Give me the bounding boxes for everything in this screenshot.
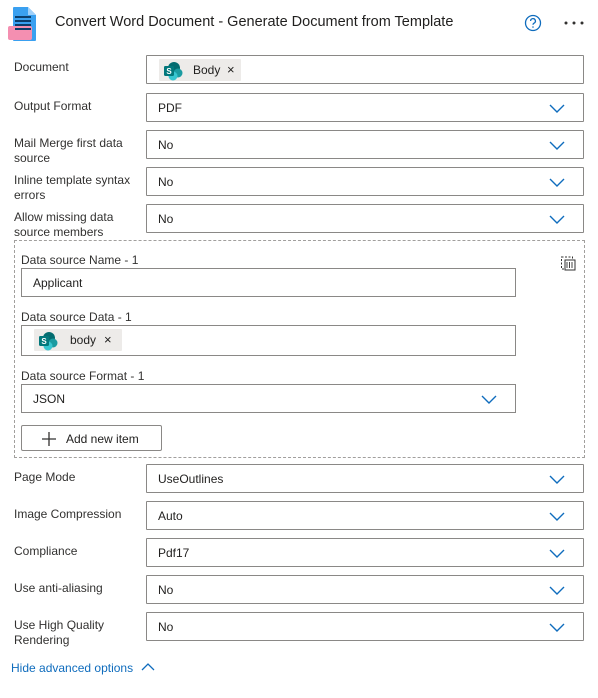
inline-template-dropdown[interactable]: No [146,167,584,196]
page-mode-label: Page Mode [14,470,76,484]
image-compression-label: Image Compression [14,507,122,521]
inline-template-value: No [158,175,174,189]
chevron-down-icon [549,549,565,558]
chevron-up-icon[interactable] [141,662,155,672]
page-mode-dropdown[interactable]: UseOutlines [146,464,584,493]
output-format-label: Output Format [14,99,92,113]
anti-aliasing-dropdown[interactable]: No [146,575,584,604]
plus-icon [42,432,56,446]
chevron-down-icon [549,512,565,521]
chevron-down-icon [549,141,565,150]
mail-merge-dropdown[interactable]: No [146,130,584,159]
anti-aliasing-value: No [158,583,174,597]
help-circle-icon[interactable] [524,14,542,32]
image-compression-dropdown[interactable]: Auto [146,501,584,530]
chevron-down-icon [549,586,565,595]
data-source-name-label: Data source Name - 1 [21,253,139,267]
allow-missing-dropdown[interactable]: No [146,204,584,233]
document-token[interactable]: S Body × [159,59,241,81]
add-new-item-label: Add new item [66,432,139,446]
add-new-item-button[interactable]: Add new item [21,425,162,451]
mail-merge-label: Mail Merge first data source [14,136,123,165]
document-field[interactable]: S Body × [146,55,584,84]
chevron-down-icon [549,104,565,113]
more-horizontal-icon[interactable] [560,12,588,34]
data-source-format-label: Data source Format - 1 [21,369,145,383]
sharepoint-icon: S [164,62,183,81]
compliance-dropdown[interactable]: Pdf17 [146,538,584,567]
anti-aliasing-label: Use anti-aliasing [14,581,103,595]
svg-text:S: S [166,67,172,76]
svg-text:S: S [41,337,47,346]
mail-merge-value: No [158,138,174,152]
action-header: Convert Word Document - Generate Documen… [0,0,598,48]
high-quality-label: Use High Quality Rendering [14,618,105,647]
data-source-format-value: JSON [33,392,66,406]
chevron-down-icon [549,475,565,484]
allow-missing-label: Allow missing data source members [14,210,114,239]
high-quality-dropdown[interactable]: No [146,612,584,641]
output-format-dropdown[interactable]: PDF [146,93,584,122]
hide-advanced-options-link[interactable]: Hide advanced options [11,661,133,675]
output-format-value: PDF [158,101,182,115]
data-source-data-field[interactable]: S body × [21,325,516,356]
inline-template-label: Inline template syntax errors [14,173,131,202]
image-compression-value: Auto [158,509,183,523]
allow-missing-value: No [158,212,174,226]
chevron-down-icon [481,395,497,404]
chevron-down-icon [549,178,565,187]
remove-token-icon[interactable]: × [104,332,112,347]
chevron-down-icon [549,623,565,632]
high-quality-value: No [158,620,174,634]
document-token-text: Body [193,63,221,77]
delete-item-icon[interactable] [559,254,577,272]
word-document-icon [8,7,36,41]
page-mode-value: UseOutlines [158,472,224,486]
data-source-data-label: Data source Data - 1 [21,310,132,324]
data-source-name-input[interactable]: Applicant [21,268,516,297]
data-source-data-token[interactable]: S body × [34,329,122,351]
action-title: Convert Word Document - Generate Documen… [55,14,454,30]
data-source-format-dropdown[interactable]: JSON [21,384,516,413]
compliance-label: Compliance [14,544,78,558]
remove-token-icon[interactable]: × [227,62,235,77]
data-source-name-value: Applicant [33,276,83,290]
data-token-text: body [70,333,97,347]
document-label: Document [14,60,69,74]
compliance-value: Pdf17 [158,546,190,560]
chevron-down-icon [549,215,565,224]
sharepoint-icon: S [39,332,58,351]
